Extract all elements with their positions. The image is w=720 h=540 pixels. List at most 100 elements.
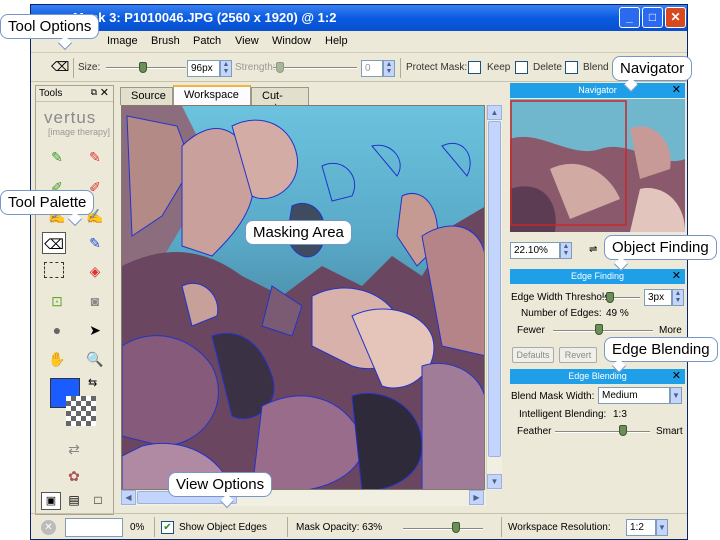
callout-tool-palette-text: Tool Palette — [8, 194, 87, 211]
cancel-icon[interactable]: ✕ — [41, 520, 56, 535]
callout-masking-area: Masking Area — [245, 220, 352, 245]
delete-checkbox[interactable] — [515, 61, 528, 74]
blend-mask-width-select[interactable]: Medium — [598, 387, 670, 404]
size-label: Size: — [78, 62, 101, 73]
vertical-scrollbar[interactable]: ▲ ▼ — [486, 105, 502, 490]
view-mode-2-icon[interactable]: ▤ — [64, 492, 84, 510]
blending-slider[interactable] — [555, 431, 650, 433]
scroll-up-arrow[interactable]: ▲ — [487, 105, 502, 120]
close-icon[interactable]: ✕ — [672, 369, 681, 384]
tab-source[interactable]: Source — [120, 87, 173, 105]
menu-window[interactable]: Window — [272, 35, 311, 47]
transfer-icon[interactable]: ⇄ — [56, 438, 92, 460]
progress-field — [65, 518, 123, 537]
smudge-icon[interactable]: ● — [45, 319, 69, 341]
callout-navigator-text: Navigator — [620, 60, 685, 77]
size-spinner[interactable]: ▲ ▼ — [220, 60, 232, 77]
strength-slider-knob[interactable] — [276, 62, 284, 73]
menu-view[interactable]: View — [235, 35, 259, 47]
chevron-down-icon[interactable]: ▼ — [656, 519, 668, 536]
tool-options-bar: ⌫ Size: 96px ▲ ▼ Strength: 0 ▲ ▼ Protect M… — [31, 54, 687, 82]
palette-icon[interactable]: ✿ — [62, 465, 86, 487]
magic-wand-icon[interactable]: ⊡ — [45, 290, 69, 312]
strength-spinner[interactable]: ▲ ▼ — [383, 60, 395, 77]
view-mode-3-icon[interactable]: □ — [88, 492, 108, 510]
keep-checkbox[interactable] — [468, 61, 481, 74]
undock-icon[interactable]: ⧉ — [91, 87, 97, 98]
menu-image[interactable]: Image — [107, 35, 138, 47]
swap-colors-icon[interactable]: ⇆ — [88, 376, 97, 389]
red-brush-icon[interactable]: ✎ — [83, 146, 107, 168]
scroll-down-arrow[interactable]: ▼ — [487, 474, 502, 489]
tab-workspace[interactable]: Workspace — [173, 85, 251, 105]
blend-checkbox[interactable] — [565, 61, 578, 74]
revert-button[interactable]: Revert — [559, 347, 597, 363]
color-picker-icon[interactable]: ◈ — [83, 260, 107, 282]
navigator-thumbnail[interactable] — [510, 99, 685, 232]
edge-count-slider[interactable] — [553, 330, 653, 332]
scroll-right-arrow[interactable]: ▶ — [469, 490, 484, 505]
blue-brush-icon[interactable]: ✎ — [83, 232, 107, 254]
edge-width-input[interactable]: 3px — [644, 289, 672, 306]
show-object-edges-checkbox[interactable]: ✔ — [161, 521, 174, 534]
minimize-button[interactable]: _ — [619, 7, 640, 28]
separator — [287, 517, 288, 537]
close-icon[interactable]: ✕ — [672, 269, 681, 284]
mask-opacity-knob[interactable] — [452, 522, 460, 533]
view-tabs: Source Workspace Cut-out — [120, 85, 510, 114]
navigator-header: Navigator ✕ — [510, 83, 685, 98]
edge-width-spinner[interactable]: ▲ ▼ — [672, 289, 684, 306]
blend-label: Blend — [583, 62, 609, 73]
show-object-edges-label: Show Object Edges — [179, 522, 267, 533]
close-icon[interactable]: ✕ — [100, 86, 109, 99]
menu-help[interactable]: Help — [325, 35, 348, 47]
size-slider-knob[interactable] — [139, 62, 147, 73]
close-icon[interactable]: ✕ — [672, 83, 681, 98]
arrow-pointer-icon[interactable]: ➤ — [83, 319, 107, 341]
fit-view-icon[interactable]: ⇌ — [589, 244, 597, 255]
menu-brush[interactable]: Brush — [151, 35, 180, 47]
zoom-spinner[interactable]: ▲ ▼ — [560, 242, 572, 259]
tool-palette: Tools ⧉ ✕ vertus [image therapy] ✎ ✎ ✐ ✐… — [35, 85, 114, 515]
tab-cut-out[interactable]: Cut-out — [251, 87, 309, 114]
chevron-down-icon[interactable]: ▼ — [670, 387, 682, 404]
zoom-icon[interactable]: 🔍 — [83, 348, 107, 370]
masking-canvas[interactable] — [121, 105, 485, 490]
separator — [400, 58, 401, 78]
green-brush-icon[interactable]: ✎ — [45, 146, 69, 168]
edge-count-knob[interactable] — [595, 324, 603, 335]
edge-finding-header: Edge Finding ✕ — [510, 269, 685, 284]
transparency-swatch[interactable] — [66, 396, 96, 426]
view-mode-1-icon[interactable]: ▣ — [41, 492, 61, 510]
workspace-resolution-label: Workspace Resolution: — [508, 522, 611, 533]
menu-patch[interactable]: Patch — [193, 35, 221, 47]
workspace-resolution-select[interactable]: 1:2 — [626, 519, 656, 536]
callout-view-options-text: View Options — [176, 476, 265, 493]
hand-pan-icon[interactable]: ✋ — [45, 348, 69, 370]
number-of-edges-label: Number of Edges: — [521, 308, 602, 319]
menu-bar: Image Brush Patch View Window Help — [31, 31, 687, 53]
eraser-tool-icon[interactable]: ⌫ — [42, 232, 66, 254]
callout-view-options: View Options — [168, 472, 273, 497]
close-button[interactable]: ✕ — [665, 7, 686, 28]
progress-value: 0% — [130, 522, 145, 533]
navigator-title: Navigator — [578, 85, 617, 95]
more-label: More — [659, 325, 682, 336]
delete-label: Delete — [533, 62, 562, 73]
edge-width-knob[interactable] — [606, 292, 614, 303]
strength-label: Strength: — [235, 62, 276, 73]
size-input[interactable]: 96px — [187, 60, 220, 77]
defaults-button[interactable]: Defaults — [512, 347, 554, 363]
zoom-input[interactable]: 22.10% — [510, 242, 560, 259]
rect-select-icon[interactable] — [44, 262, 64, 278]
coral-photo — [122, 106, 484, 489]
camera-icon[interactable]: ◙ — [83, 290, 107, 312]
scroll-left-arrow[interactable]: ◀ — [121, 490, 136, 505]
strength-input[interactable]: 0 — [361, 60, 383, 77]
intelligent-blending-value: 1:3 — [613, 409, 627, 420]
vertical-scroll-thumb[interactable] — [488, 121, 501, 457]
strength-slider[interactable] — [273, 67, 357, 69]
maximize-button[interactable]: □ — [642, 7, 663, 28]
mask-opacity-slider[interactable] — [403, 528, 483, 530]
blending-knob[interactable] — [619, 425, 627, 436]
